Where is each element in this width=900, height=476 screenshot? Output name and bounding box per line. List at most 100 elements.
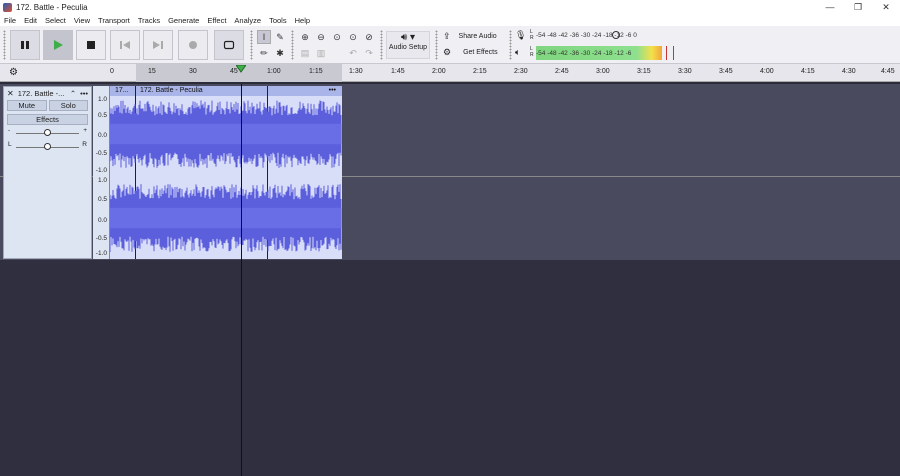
timeline-settings-icon[interactable]: ⚙ (9, 67, 18, 78)
minimize-button[interactable]: — (816, 0, 844, 14)
waveform-rms (110, 207, 342, 229)
skip-end-button[interactable] (143, 30, 173, 60)
fit-project-button[interactable]: ⊙ (346, 30, 360, 44)
record-button[interactable] (178, 30, 208, 60)
track-name[interactable]: 172. Battle -... (18, 89, 70, 98)
waveform-rms (110, 123, 342, 145)
redo-button[interactable]: ↷ (362, 46, 376, 60)
get-effects-button[interactable]: ⚙ Get Effects (443, 46, 505, 59)
menu-generate[interactable]: Generate (164, 16, 203, 25)
window-title: 172. Battle - Peculia (16, 2, 88, 12)
pan-right-label: R (82, 141, 87, 148)
trim-icon: ▤ (300, 47, 310, 58)
trim-button[interactable]: ▤ (298, 46, 312, 60)
fit-selection-button[interactable]: ⊙ (330, 30, 344, 44)
maximize-button[interactable]: ❐ (844, 0, 872, 14)
menu-transport[interactable]: Transport (94, 16, 134, 25)
scale-label: 0.5 (97, 112, 107, 119)
fit-selection-icon: ⊙ (333, 31, 341, 42)
envelope-tool-button[interactable]: ✎ (273, 30, 287, 44)
toolbar-grip[interactable] (3, 30, 6, 60)
get-effects-label: Get Effects (463, 49, 498, 56)
zoom-out-button[interactable]: ⊖ (314, 30, 328, 44)
ruler-tick: 2:30 (514, 68, 528, 75)
share-icon: ⇪ (443, 31, 451, 41)
scale-label: -1.0 (95, 250, 107, 257)
menu-bar: File Edit Select View Transport Tracks G… (0, 14, 900, 26)
toolbar-grip-audio[interactable] (380, 30, 383, 60)
playback-meter-knob[interactable] (666, 46, 674, 60)
playhead-marker-icon[interactable] (236, 65, 246, 73)
track-collapse-icon[interactable]: ⌃ (70, 89, 76, 98)
close-button[interactable]: ✕ (872, 0, 900, 14)
share-audio-label: Share Audio (458, 33, 497, 40)
toolbar-grip-edit[interactable] (291, 30, 294, 60)
plugin-icon: ⚙ (443, 47, 452, 57)
solo-button[interactable]: Solo (48, 100, 88, 111)
toolbar-grip-share[interactable] (435, 30, 438, 60)
audio-setup-label: Audio Setup (388, 44, 428, 51)
stop-button[interactable] (76, 30, 106, 60)
silence-button[interactable]: ▥ (314, 46, 328, 60)
microphone-icon[interactable]: 🎙︎ (515, 30, 526, 41)
play-button[interactable] (43, 30, 73, 60)
ruler-tick: 15 (148, 68, 156, 75)
scale-label: -0.5 (95, 235, 107, 242)
multi-tool-icon: ✱ (276, 47, 284, 58)
pause-button[interactable] (10, 30, 40, 60)
selection-tool-button[interactable]: I (257, 30, 271, 44)
zoom-in-icon: ⊕ (301, 31, 309, 42)
empty-track-space[interactable] (0, 260, 900, 476)
loop-icon (223, 40, 235, 50)
ruler-tick: 4:45 (881, 68, 895, 75)
ruler-tick: 3:45 (719, 68, 733, 75)
track-effects-button[interactable]: Effects (7, 114, 88, 125)
record-meter-right-label: R (530, 35, 534, 41)
skip-start-button[interactable] (110, 30, 140, 60)
draw-tool-button[interactable]: ✏ (257, 46, 271, 60)
menu-file[interactable]: File (0, 16, 20, 25)
track-close-icon[interactable]: ✕ (7, 89, 14, 98)
pan-slider-knob[interactable] (44, 143, 51, 150)
scale-label: 1.0 (97, 96, 107, 103)
zoom-toggle-button[interactable]: ⊘ (362, 30, 376, 44)
timeline-ruler[interactable]: ⚙ 0 15 30 45 1:00 1:15 1:30 1:45 2:00 2:… (0, 64, 900, 82)
menu-help[interactable]: Help (291, 16, 314, 25)
speaker-icon[interactable]: 🔈︎ (515, 47, 520, 58)
loop-button[interactable] (214, 30, 244, 60)
menu-edit[interactable]: Edit (20, 16, 41, 25)
ruler-tick: 1:15 (309, 68, 323, 75)
audio-clip[interactable]: 17... 172. Battle - Peculia ••• (110, 86, 342, 259)
menu-view[interactable]: View (70, 16, 94, 25)
playback-meter[interactable]: -54 -48 -42 -36 -30 -24 -18 -12 -6 (536, 47, 662, 59)
ruler-tick: 1:00 (267, 68, 281, 75)
menu-tools[interactable]: Tools (265, 16, 291, 25)
menu-select[interactable]: Select (41, 16, 70, 25)
multi-tool-button[interactable]: ✱ (273, 46, 287, 60)
share-audio-button[interactable]: ⇪ Share Audio (443, 30, 505, 43)
gain-slider-knob[interactable] (44, 129, 51, 136)
mute-button[interactable]: Mute (7, 100, 47, 111)
menu-tracks[interactable]: Tracks (134, 16, 164, 25)
zoom-out-icon: ⊖ (317, 31, 325, 42)
playback-meter-scale: -54 -48 -42 -36 -30 -24 -18 -12 -6 (536, 49, 632, 57)
toolbar-grip-tools[interactable] (250, 30, 253, 60)
pencil-icon: ✏ (260, 47, 268, 58)
track-menu-icon[interactable]: ••• (80, 89, 88, 98)
undo-button[interactable]: ↶ (346, 46, 360, 60)
audio-setup-button[interactable]: 🔊︎ ▾ Audio Setup (386, 31, 430, 59)
skip-end-icon (153, 41, 163, 49)
menu-effect[interactable]: Effect (203, 16, 230, 25)
toolbar-grip-meter[interactable] (509, 30, 512, 60)
speaker-dropdown-icon: 🔊︎ ▾ (400, 32, 416, 43)
record-meter[interactable]: -54 -48 -42 -36 -30 -24 -18 -12 -6 0 (536, 29, 676, 41)
amplitude-scale[interactable]: 1.0 0.5 0.0 -0.5 -1.0 1.0 0.5 0.0 -0.5 -… (93, 86, 110, 259)
scale-label: -0.5 (95, 150, 107, 157)
gain-slider[interactable]: - + (8, 127, 87, 139)
pan-slider[interactable]: L R (8, 141, 87, 153)
zoom-in-button[interactable]: ⊕ (298, 30, 312, 44)
ruler-tick: 3:15 (637, 68, 651, 75)
record-meter-knob[interactable] (612, 31, 620, 39)
menu-analyze[interactable]: Analyze (230, 16, 265, 25)
play-icon (54, 40, 63, 50)
